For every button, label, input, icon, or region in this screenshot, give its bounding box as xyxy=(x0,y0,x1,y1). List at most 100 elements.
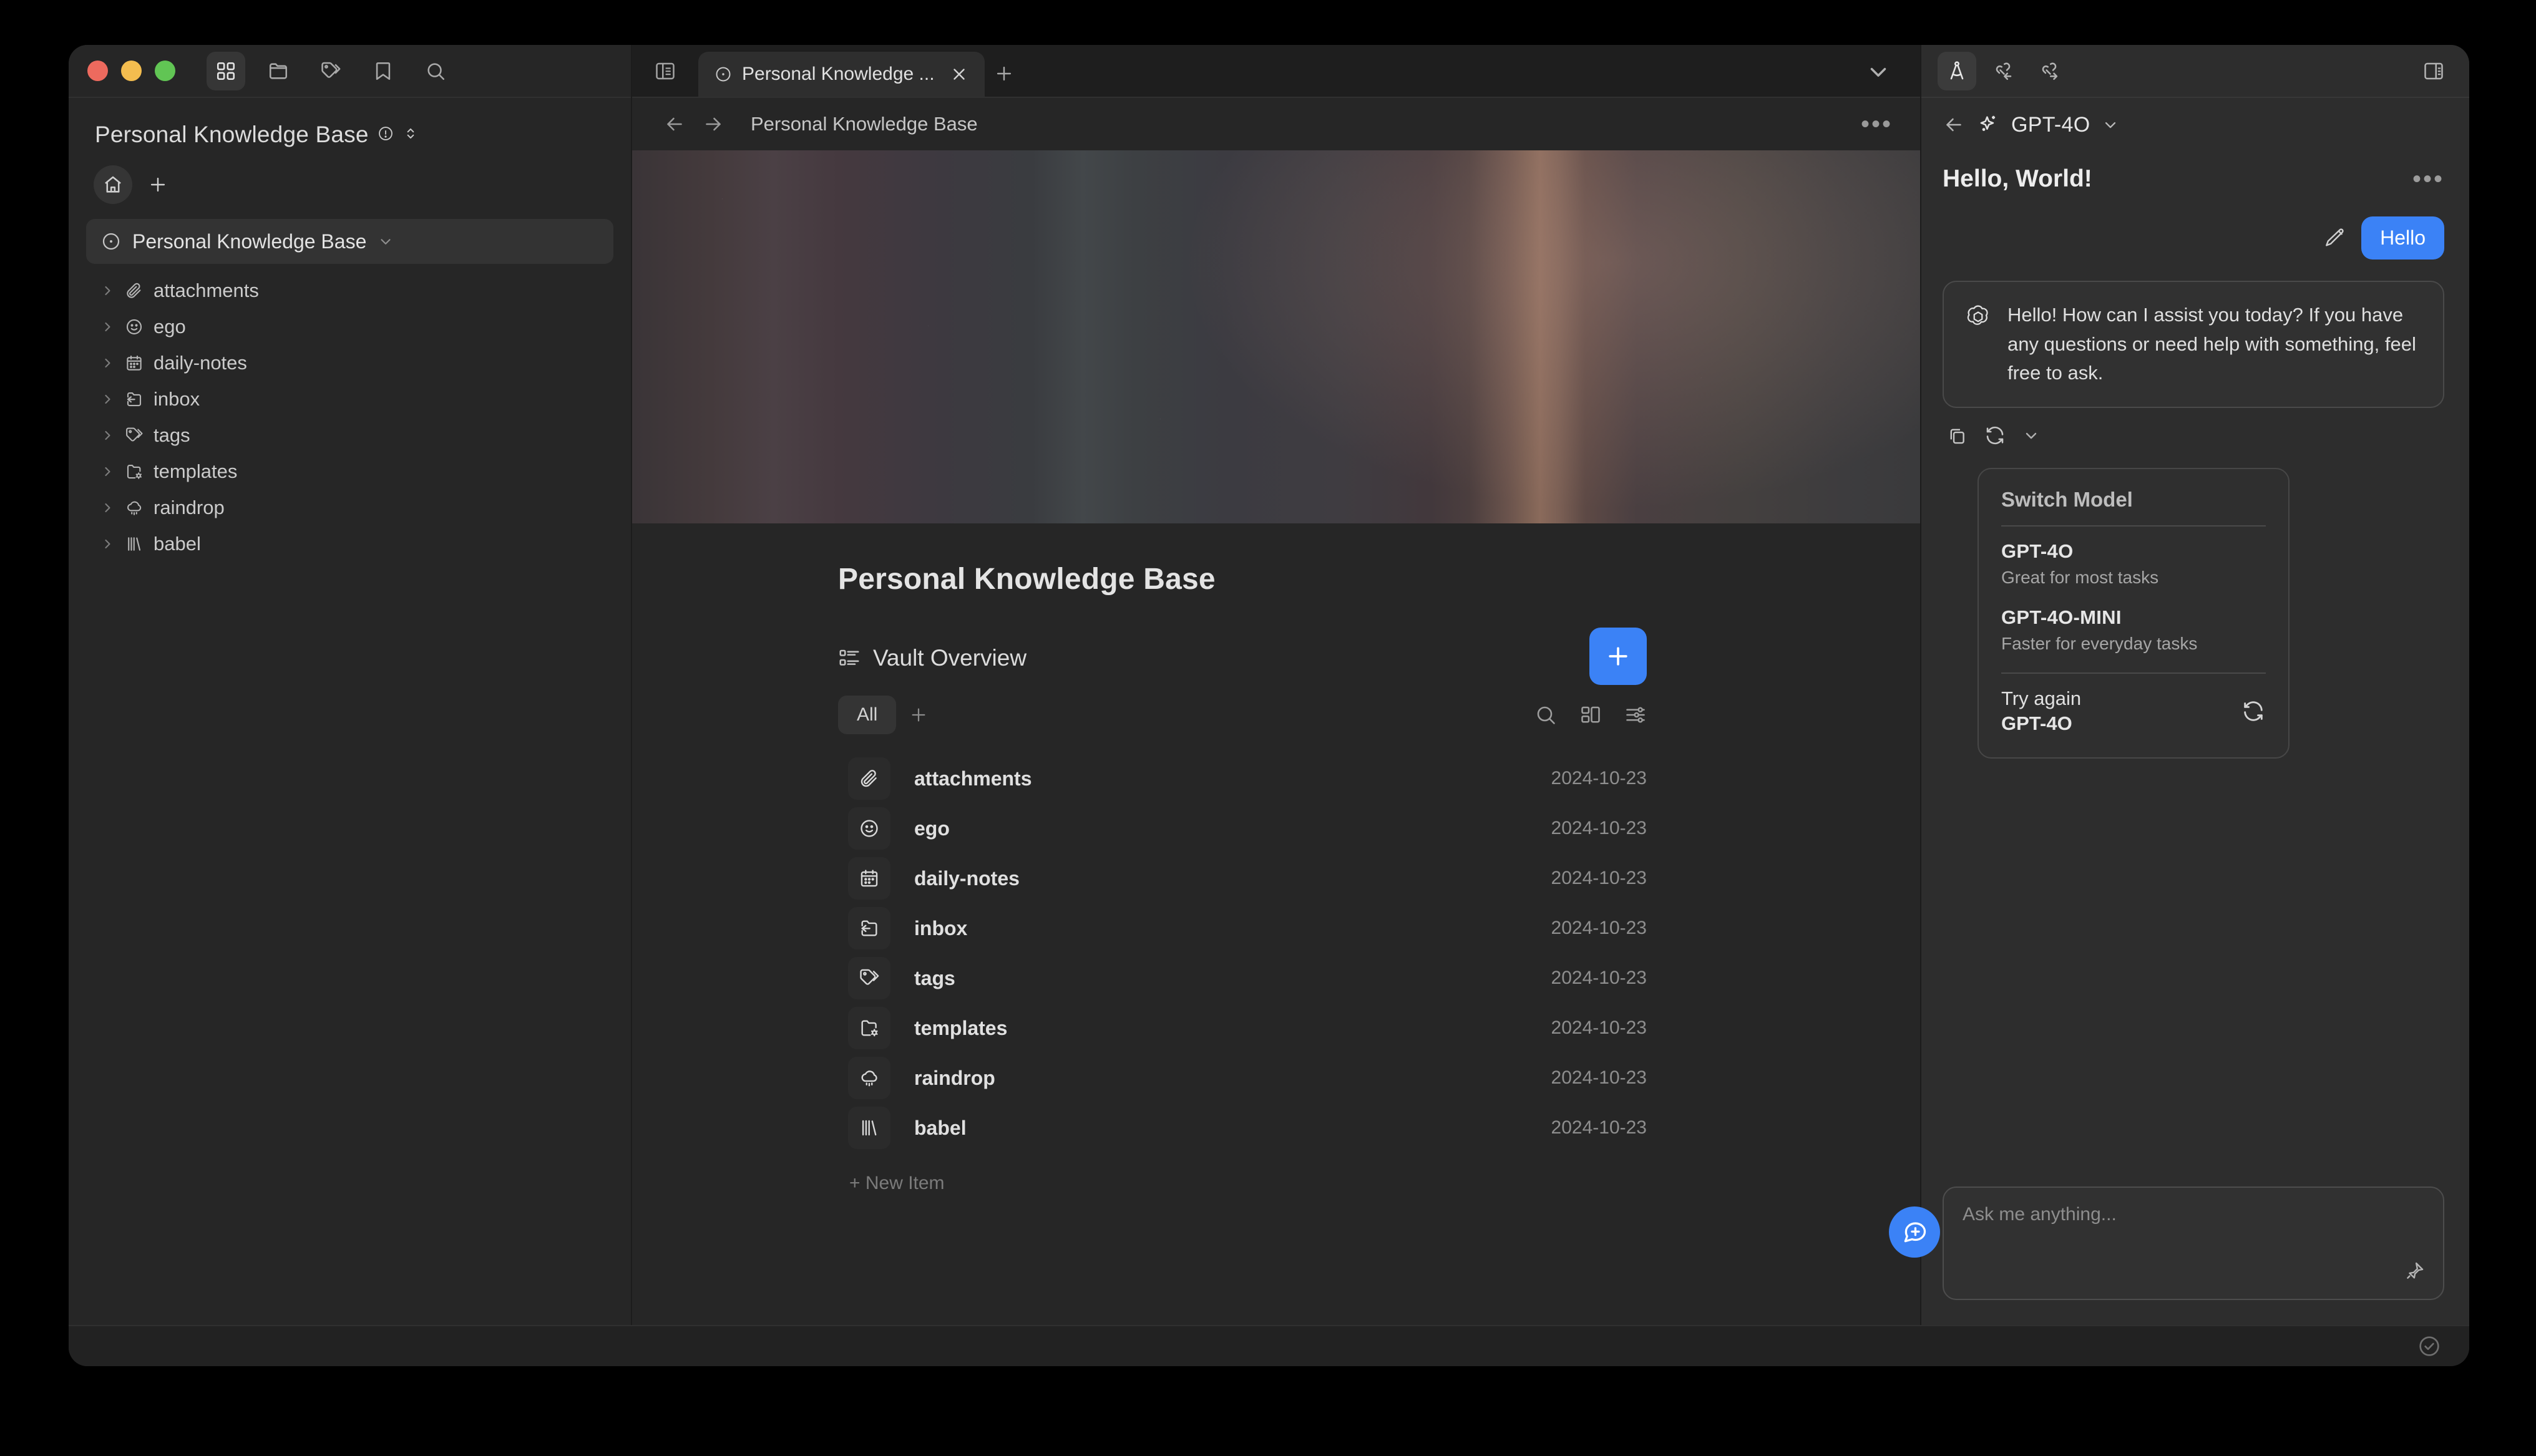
regenerate-icon[interactable] xyxy=(1984,424,2006,447)
file-date: 2024-10-23 xyxy=(1551,1067,1647,1089)
sidebar-actions xyxy=(69,162,631,214)
arrow-right-icon[interactable] xyxy=(702,113,724,135)
new-item-button[interactable]: + New Item xyxy=(838,1173,1864,1194)
pin-icon[interactable] xyxy=(2404,1260,2426,1281)
incoming-links-icon[interactable] xyxy=(1984,52,2022,90)
arrow-left-icon[interactable] xyxy=(663,113,686,135)
switch-model-title: Switch Model xyxy=(2001,488,2266,512)
settings-sliders-icon[interactable] xyxy=(1624,704,1647,726)
assistant-message-actions xyxy=(1943,424,2444,447)
sidebar-item-label: inbox xyxy=(154,388,200,410)
chevron-right-icon[interactable] xyxy=(100,283,115,298)
traffic-lights xyxy=(87,61,175,81)
grid-icon[interactable] xyxy=(207,52,245,90)
file-date: 2024-10-23 xyxy=(1551,768,1647,789)
table-row[interactable]: inbox2024-10-23 xyxy=(838,903,1864,953)
compass-icon[interactable] xyxy=(1938,52,1976,90)
folder-input-icon xyxy=(125,390,144,409)
table-row[interactable]: templates2024-10-23 xyxy=(838,1003,1864,1053)
vault-title: Personal Knowledge Base xyxy=(95,122,369,148)
breadcrumb[interactable]: Personal Knowledge Base xyxy=(751,113,978,135)
sidebar-item-templates[interactable]: templates xyxy=(86,454,613,490)
search-icon[interactable] xyxy=(416,52,455,90)
sidebar-item-raindrop[interactable]: raindrop xyxy=(86,490,613,526)
sidebar-item-label: templates xyxy=(154,460,237,483)
copy-icon[interactable] xyxy=(1946,425,1968,446)
table-row[interactable]: ego2024-10-23 xyxy=(838,803,1864,853)
sidebar-item-daily-notes[interactable]: daily-notes xyxy=(86,345,613,381)
add-filter-button[interactable] xyxy=(901,697,936,732)
new-tab-button[interactable] xyxy=(985,54,1023,93)
chevron-right-icon[interactable] xyxy=(100,536,115,551)
add-item-button[interactable] xyxy=(1589,628,1647,685)
chevron-right-icon[interactable] xyxy=(100,392,115,407)
switch-model-popover: Switch Model GPT-4O Great for most tasks… xyxy=(1978,468,2290,759)
chevron-right-icon[interactable] xyxy=(100,319,115,334)
table-row[interactable]: raindrop2024-10-23 xyxy=(838,1053,1864,1103)
chevron-right-icon[interactable] xyxy=(100,428,115,443)
model-option-gpt-4o[interactable]: GPT-4O Great for most tasks xyxy=(2001,540,2266,588)
user-message-row: Hello xyxy=(1943,216,2444,260)
folder-icon[interactable] xyxy=(259,52,298,90)
zoom-window-button[interactable] xyxy=(155,61,175,81)
check-circle-icon[interactable] xyxy=(2417,1334,2442,1359)
close-window-button[interactable] xyxy=(87,61,108,81)
sidebar-item-label: daily-notes xyxy=(154,352,247,374)
file-date: 2024-10-23 xyxy=(1551,918,1647,939)
model-option-gpt-4o-mini[interactable]: GPT-4O-MINI Faster for everyday tasks xyxy=(2001,606,2266,654)
vault-header[interactable]: Personal Knowledge Base xyxy=(69,98,631,162)
chat-input[interactable]: Ask me anything... xyxy=(1943,1187,2444,1300)
sidebar-item-tags[interactable]: tags xyxy=(86,417,613,454)
add-note-button[interactable] xyxy=(139,165,177,204)
chevron-down-icon[interactable] xyxy=(2102,116,2119,133)
regenerate-icon[interactable] xyxy=(2241,699,2266,724)
model-name[interactable]: GPT-4O xyxy=(2011,113,2090,137)
sidebar-item-label: babel xyxy=(154,533,201,555)
sidebar-item-babel[interactable]: babel xyxy=(86,526,613,562)
divider xyxy=(2001,672,2266,674)
try-again-row[interactable]: Try again GPT-4O xyxy=(2001,687,2266,735)
model-option-desc: Faster for everyday tasks xyxy=(2001,634,2266,654)
sidebar-item-ego[interactable]: ego xyxy=(86,309,613,345)
table-row[interactable]: tags2024-10-23 xyxy=(838,953,1864,1003)
tab-personal-knowledge-base[interactable]: Personal Knowledge ... xyxy=(698,52,985,97)
smiley-icon xyxy=(848,807,890,850)
tree-root-item[interactable]: Personal Knowledge Base xyxy=(86,219,613,264)
home-icon[interactable] xyxy=(94,165,132,204)
arrow-left-icon[interactable] xyxy=(1943,114,1965,136)
table-row[interactable]: attachments2024-10-23 xyxy=(838,754,1864,803)
layout-icon[interactable] xyxy=(1579,704,1602,726)
new-chat-icon[interactable] xyxy=(1889,1206,1940,1258)
table-row[interactable]: daily-notes2024-10-23 xyxy=(838,853,1864,903)
chevron-down-icon[interactable] xyxy=(2022,427,2040,444)
chevron-right-icon[interactable] xyxy=(100,500,115,515)
circle-dot-icon xyxy=(101,231,121,251)
tree-root-label: Personal Knowledge Base xyxy=(132,230,366,253)
bookmark-icon[interactable] xyxy=(364,52,402,90)
outgoing-links-icon[interactable] xyxy=(2030,52,2069,90)
chevron-right-icon[interactable] xyxy=(100,356,115,371)
filter-chip-all[interactable]: All xyxy=(838,696,896,734)
info-circle-icon[interactable] xyxy=(378,125,394,145)
document-options-button[interactable]: ••• xyxy=(1861,118,1893,130)
plus-icon xyxy=(909,705,929,725)
file-date: 2024-10-23 xyxy=(1551,868,1647,889)
sidebar-item-attachments[interactable]: attachments xyxy=(86,273,613,309)
chevron-right-icon[interactable] xyxy=(100,464,115,479)
library-icon xyxy=(848,1107,890,1149)
panel-left-icon[interactable] xyxy=(646,52,685,90)
chat-options-button[interactable]: ••• xyxy=(2412,173,2444,185)
minimize-window-button[interactable] xyxy=(121,61,142,81)
chevron-updown-icon[interactable] xyxy=(402,125,419,145)
table-row[interactable]: babel2024-10-23 xyxy=(838,1103,1864,1153)
tag-icon[interactable] xyxy=(311,52,350,90)
sidebar-item-inbox[interactable]: inbox xyxy=(86,381,613,417)
pencil-icon[interactable] xyxy=(2324,228,2345,249)
folder-cog-icon xyxy=(125,462,144,481)
search-icon[interactable] xyxy=(1534,704,1557,726)
chat-scroll-area[interactable]: Hello Hello! How can I assist you today?… xyxy=(1921,193,2469,1187)
calendar-icon xyxy=(125,354,144,372)
right-panel: GPT-4O Hello, World! ••• Hello Hello! Ho… xyxy=(1920,45,2469,1325)
tab-overflow-chevron-down-icon[interactable] xyxy=(1865,59,1891,85)
panel-right-icon[interactable] xyxy=(2414,52,2453,90)
